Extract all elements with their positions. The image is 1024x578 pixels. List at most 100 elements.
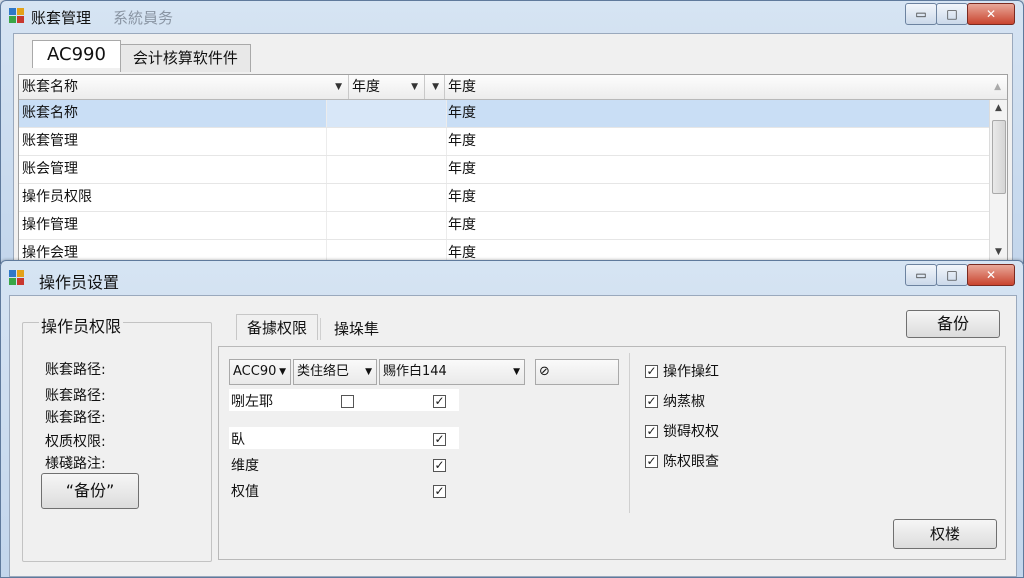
filter-icon: ⊘ bbox=[539, 364, 550, 379]
window-title: 账套管理 bbox=[31, 9, 92, 27]
right-checkbox[interactable]: ✓ bbox=[645, 455, 658, 468]
table-row[interactable]: 操作管理 年度 bbox=[19, 212, 989, 240]
option-checkbox[interactable]: ✓ bbox=[433, 433, 446, 446]
column-header-year-2[interactable]: 年度 ▲ bbox=[445, 75, 1007, 99]
scrollbar-thumb[interactable] bbox=[992, 120, 1006, 194]
tab-ac990[interactable]: AC990 bbox=[32, 40, 121, 68]
app-icon bbox=[9, 270, 25, 286]
title-bar: 账套管理 系統員务 ▭ □ ✕ bbox=[1, 1, 1023, 31]
tab-strip: AC990 会计核算软件件 bbox=[32, 40, 251, 72]
option-checkbox[interactable]: ✓ bbox=[433, 459, 446, 472]
row-year: 年度 bbox=[448, 217, 476, 233]
row-blank-cell bbox=[326, 128, 447, 155]
row-name: 操作员权限 bbox=[22, 189, 92, 205]
title-bar: 操作员设置 ▭ □ ✕ bbox=[1, 261, 1023, 292]
chevron-down-icon[interactable]: ▼ bbox=[335, 75, 342, 99]
right-checkbox-label: 锁碍权权 bbox=[663, 424, 719, 440]
option-field bbox=[229, 427, 459, 449]
label-path: 様碊路注: bbox=[45, 456, 106, 472]
row-blank-cell bbox=[326, 212, 447, 239]
row-name: 账套管理 bbox=[22, 133, 78, 149]
row-year: 年度 bbox=[448, 189, 476, 205]
column-header-name[interactable]: 账套名称 ▼ bbox=[19, 75, 349, 99]
row-year: 年度 bbox=[448, 105, 476, 121]
option-label: 臥 bbox=[231, 432, 245, 448]
chevron-down-icon: ▼ bbox=[279, 367, 286, 377]
combo-value: 类住络巳 bbox=[297, 364, 350, 379]
right-checkbox[interactable]: ✓ bbox=[645, 425, 658, 438]
maximize-button[interactable]: □ bbox=[936, 264, 968, 286]
row-blank-cell bbox=[326, 184, 447, 211]
close-button[interactable]: ✕ bbox=[967, 3, 1015, 25]
chevron-down-icon: ▼ bbox=[513, 367, 520, 377]
row-blank-cell bbox=[326, 156, 447, 183]
option-checkbox[interactable] bbox=[341, 395, 354, 408]
right-checkbox[interactable]: ✓ bbox=[645, 365, 658, 378]
column-header-year-label: 年度 bbox=[352, 79, 380, 95]
minimize-button[interactable]: ▭ bbox=[905, 3, 937, 25]
tab-divider bbox=[320, 318, 321, 340]
chevron-down-icon[interactable]: ▼ bbox=[432, 75, 439, 99]
permission-button[interactable]: 权楼 bbox=[893, 519, 997, 549]
chevron-up-icon[interactable]: ▲ bbox=[990, 100, 1007, 117]
right-checkbox-label: 操作操红 bbox=[663, 364, 719, 380]
type-combo[interactable]: 类住络巳 ▼ bbox=[293, 359, 377, 385]
right-checkbox[interactable]: ✓ bbox=[645, 395, 658, 408]
table-row[interactable]: 账套名称 年度 bbox=[19, 100, 989, 128]
row-name: 账套名称 bbox=[22, 105, 78, 121]
row-blank-cell bbox=[326, 100, 447, 127]
backup-top-button[interactable]: 备份 bbox=[906, 310, 1000, 338]
chevron-down-icon: ▼ bbox=[365, 367, 372, 377]
chevron-down-icon[interactable]: ▼ bbox=[990, 244, 1007, 261]
column-header-name-label: 账套名称 bbox=[22, 79, 78, 95]
operation-combo[interactable]: 赐作白144 ▼ bbox=[379, 359, 525, 385]
operator-settings-window: 操作员设置 ▭ □ ✕ 操作员权限 账套路径: 账套路径: 账套路径: 权质权限… bbox=[0, 260, 1024, 578]
grid-header: 账套名称 ▼ 年度 ▼ ▼ 年度 ▲ bbox=[19, 75, 1007, 100]
label-permission: 权质权限: bbox=[45, 434, 106, 450]
column-header-year[interactable]: 年度 ▼ bbox=[349, 75, 425, 99]
label-account-path: 账套路径: bbox=[45, 410, 106, 426]
option-checkbox-2[interactable]: ✓ bbox=[433, 395, 446, 408]
row-name: 操作管理 bbox=[22, 217, 78, 233]
label-account-path: 账套路径: bbox=[45, 362, 106, 378]
maximize-button[interactable]: □ bbox=[936, 3, 968, 25]
column-header-year-2-label: 年度 bbox=[448, 79, 476, 95]
top-client-area: AC990 会计核算软件件 账套名称 ▼ 年度 ▼ ▼ 年度 ▲ 账套名称 年度… bbox=[13, 33, 1013, 263]
tab-backup-permissions[interactable]: 备據权限 bbox=[236, 314, 319, 340]
table-row[interactable]: 账会管理 年度 bbox=[19, 156, 989, 184]
option-label: 哵左耶 bbox=[231, 394, 273, 410]
panel-divider bbox=[629, 353, 630, 513]
tab-accounting-software[interactable]: 会计核算软件件 bbox=[119, 44, 251, 72]
app-icon bbox=[9, 8, 25, 24]
option-label: 维度 bbox=[231, 458, 259, 474]
minimize-button[interactable]: ▭ bbox=[905, 264, 937, 286]
operator-permissions-group: 操作员权限 账套路径: 账套路径: 账套路径: 权质权限: 様碊路注: “备份” bbox=[22, 313, 212, 562]
combo-value: 赐作白144 bbox=[383, 364, 447, 379]
group-title: 操作员权限 bbox=[39, 313, 124, 337]
chevron-down-icon[interactable]: ▼ bbox=[411, 75, 418, 99]
tab-operations[interactable]: 操垛隼 bbox=[334, 318, 379, 339]
account-combo[interactable]: ACC90 ▼ bbox=[229, 359, 291, 385]
close-button[interactable]: ✕ bbox=[967, 264, 1015, 286]
settings-panel: ACC90 ▼ 类住络巳 ▼ 赐作白144 ▼ ⊘ 哵左耶 ✓ 臥 ✓ 维度 ✓ 权值… bbox=[218, 346, 1006, 560]
option-label: 权值 bbox=[231, 484, 259, 500]
column-filter-dropdown[interactable]: ▼ bbox=[425, 75, 445, 99]
table-row[interactable]: 账套管理 年度 bbox=[19, 128, 989, 156]
bottom-client-area: 操作员权限 账套路径: 账套路径: 账套路径: 权质权限: 様碊路注: “备份”… bbox=[9, 295, 1017, 577]
right-checkbox-label: 纳蒸椒 bbox=[663, 394, 705, 410]
combo-value: ACC90 bbox=[233, 364, 277, 379]
row-year: 年度 bbox=[448, 133, 476, 149]
option-checkbox[interactable]: ✓ bbox=[433, 485, 446, 498]
row-name: 账会管理 bbox=[22, 161, 78, 177]
chevron-up-icon: ▲ bbox=[994, 82, 1001, 92]
filter-combo[interactable]: ⊘ bbox=[535, 359, 619, 385]
window-title: 操作员设置 bbox=[39, 273, 120, 292]
label-account-path: 账套路径: bbox=[45, 388, 106, 404]
row-year: 年度 bbox=[448, 161, 476, 177]
backup-button[interactable]: “备份” bbox=[41, 473, 139, 509]
right-checkbox-label: 陈权眼查 bbox=[663, 454, 719, 470]
table-row[interactable]: 操作员权限 年度 bbox=[19, 184, 989, 212]
account-management-window: 账套管理 系統員务 ▭ □ ✕ AC990 会计核算软件件 账套名称 ▼ 年度 … bbox=[0, 0, 1024, 264]
window-subtitle: 系統員务 bbox=[113, 9, 174, 27]
vertical-scrollbar[interactable]: ▲ ▼ bbox=[989, 100, 1007, 261]
